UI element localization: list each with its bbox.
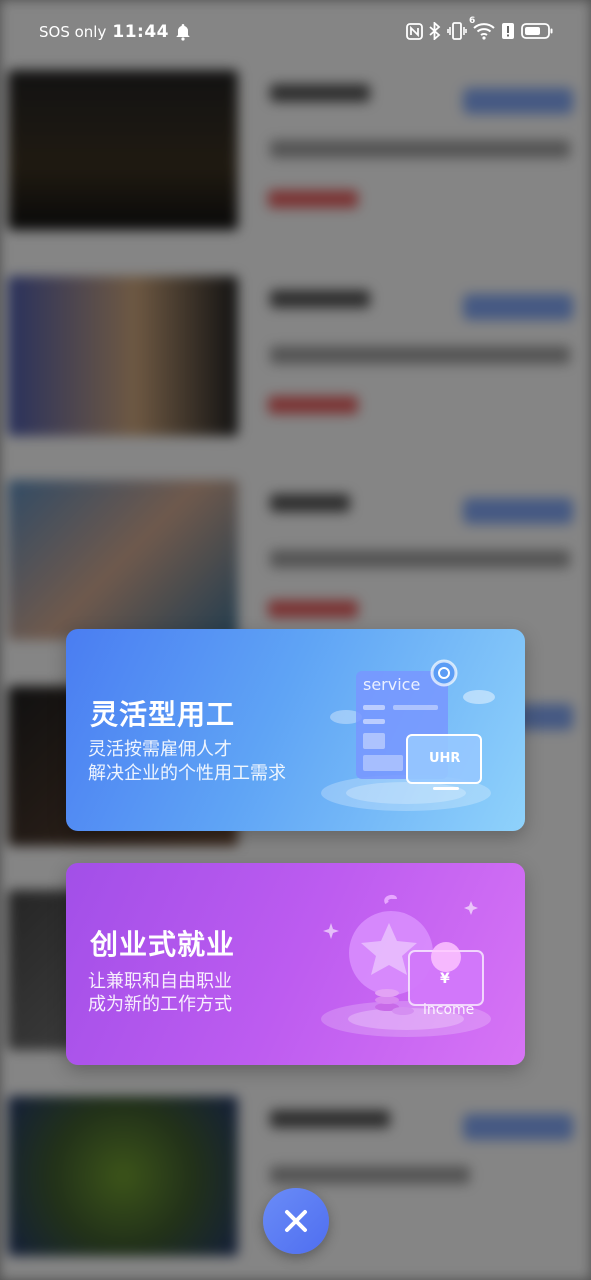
entrepreneurial-employment-card[interactable]: 创业式就业 让兼职和自由职业 成为新的工作方式 ¥ income: [66, 863, 525, 1065]
vibrate-icon: [447, 22, 467, 40]
nfc-icon: [406, 22, 423, 40]
flexible-employment-card[interactable]: 灵活型用工 灵活按需雇佣人才 解决企业的个性用工需求 service UHR: [66, 629, 525, 831]
carrier-text: SOS only: [39, 23, 107, 41]
alert-icon: [501, 22, 515, 40]
bell-icon: [175, 23, 191, 41]
uhr-label: UHR: [429, 751, 461, 766]
network-badge: 6: [469, 16, 476, 26]
close-icon: [283, 1208, 309, 1234]
yen-symbol: ¥: [440, 971, 450, 987]
bluetooth-icon: [429, 22, 441, 40]
income-illustration: ¥ income: [311, 887, 511, 1057]
close-button[interactable]: [263, 1188, 329, 1254]
card-title: 创业式就业: [90, 928, 236, 961]
income-label: income: [423, 1002, 475, 1018]
service-illustration: service UHR: [311, 653, 511, 823]
card-title: 灵活型用工: [90, 698, 236, 731]
card-subtitle: 成为新的工作方式: [88, 994, 232, 1015]
card-subtitle: 解决企业的个性用工需求: [88, 763, 286, 784]
status-bar: SOS only 11:44 6: [0, 0, 591, 66]
clock-time: 11:44: [112, 22, 169, 42]
service-label: service: [363, 675, 421, 694]
battery-icon: [521, 22, 553, 40]
wifi-icon: 6: [469, 16, 495, 40]
card-subtitle: 灵活按需雇佣人才: [88, 739, 232, 760]
